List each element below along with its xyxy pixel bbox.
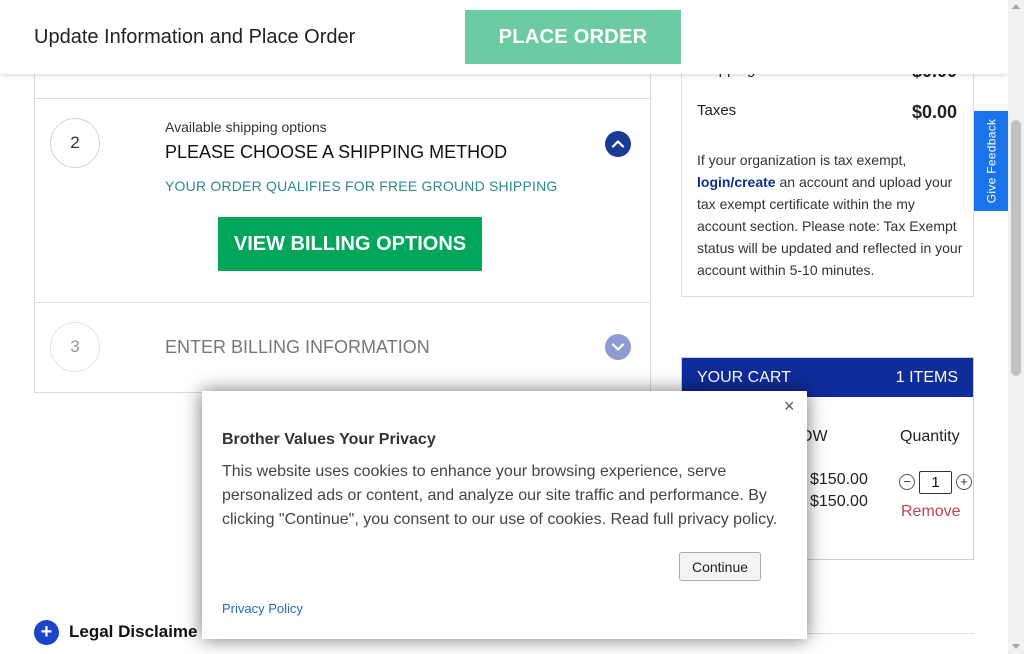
quantity-input[interactable]: 1: [919, 471, 952, 494]
cookie-dialog-title: Brother Values Your Privacy: [222, 431, 436, 448]
step-number-shipping: 2: [50, 118, 100, 168]
billing-step-heading[interactable]: ENTER BILLING INFORMATION: [165, 337, 430, 358]
checkout-steps-panel: 2 Available shipping options PLEASE CHOO…: [34, 60, 651, 393]
scroll-down-arrow-icon[interactable]: [1012, 644, 1020, 649]
cookie-consent-dialog: × Brother Values Your Privacy This websi…: [202, 391, 807, 639]
continue-button[interactable]: Continue: [679, 552, 761, 581]
shipping-options-label: Available shipping options: [165, 119, 327, 135]
cart-title: YOUR CART: [697, 368, 791, 386]
close-icon[interactable]: ×: [784, 396, 795, 417]
page-header: Update Information and Place Order PLACE…: [0, 0, 1008, 74]
login-create-link[interactable]: login/create: [697, 174, 776, 190]
tax-note-intro: If your organization is tax exempt,: [697, 152, 907, 168]
legal-disclaimer-toggle[interactable]: Legal Disclaime: [69, 622, 198, 642]
page-title: Update Information and Place Order: [34, 26, 356, 48]
taxes-label: Taxes: [697, 102, 737, 119]
divider: [35, 302, 650, 303]
taxes-value: $0.00: [911, 102, 957, 122]
shipping-step-heading: PLEASE CHOOSE A SHIPPING METHOD: [165, 142, 508, 162]
tax-exempt-note: If your organization is tax exempt, logi…: [697, 149, 965, 281]
step-number-billing: 3: [50, 322, 100, 372]
view-billing-options-button[interactable]: VIEW BILLING OPTIONS: [218, 217, 482, 271]
cookie-dialog-body: This website uses cookies to enhance you…: [222, 463, 778, 528]
free-shipping-note: YOUR ORDER QUALIFIES FOR FREE GROUND SHI…: [165, 178, 558, 194]
minus-circle-icon[interactable]: −: [899, 474, 915, 490]
page-scrollbar[interactable]: [1008, 0, 1024, 654]
plus-icon[interactable]: +: [34, 620, 59, 645]
scroll-up-arrow-icon[interactable]: [1012, 4, 1020, 9]
divider: [807, 633, 974, 634]
scroll-thumb[interactable]: [1011, 120, 1021, 376]
divider: [35, 98, 650, 99]
chevron-down-icon[interactable]: [605, 334, 631, 360]
place-order-button[interactable]: PLACE ORDER: [465, 10, 681, 64]
line-total: $150.00: [810, 493, 868, 510]
privacy-policy-link[interactable]: Privacy Policy: [222, 601, 303, 616]
order-summary: Shipping $0.00 Taxes $0.00 If your organ…: [681, 60, 974, 297]
cart-item-count: 1 ITEMS: [895, 368, 958, 386]
unit-price: $150.00: [810, 471, 868, 488]
plus-circle-icon[interactable]: +: [956, 474, 972, 490]
quantity-label: Quantity: [900, 428, 960, 445]
chevron-up-icon[interactable]: [605, 131, 631, 157]
give-feedback-label: Give Feedback: [984, 118, 999, 204]
taxes-row: Taxes $0.00: [697, 102, 957, 123]
give-feedback-tab[interactable]: Give Feedback: [974, 111, 1008, 211]
remove-item-link[interactable]: Remove: [901, 503, 961, 521]
